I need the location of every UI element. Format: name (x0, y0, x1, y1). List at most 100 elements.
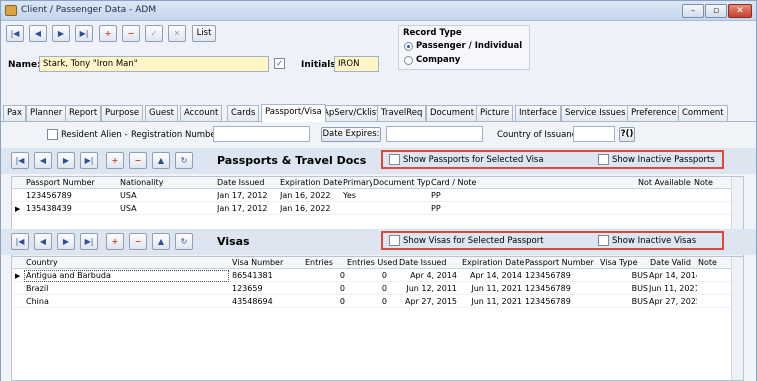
expiration-date-cell: Jun 11, 2021 (471, 284, 522, 293)
date-expires-field[interactable] (386, 126, 483, 142)
move-up-icon[interactable]: ▲ (152, 233, 170, 250)
previous-record-icon[interactable]: ◀ (34, 152, 52, 169)
company-radio[interactable] (404, 56, 413, 65)
next-record-icon[interactable]: ▶ (57, 233, 75, 250)
tab-document[interactable]: Document (426, 105, 479, 121)
tab-interface[interactable]: Interface (515, 105, 562, 121)
column-header[interactable]: Not Available (638, 177, 692, 189)
column-header[interactable]: Visa Type (600, 257, 643, 269)
column-header[interactable]: Date Valid (650, 257, 696, 269)
country-lookup-button[interactable]: ?() (619, 127, 635, 142)
save-check-icon[interactable]: ✓ (145, 25, 163, 42)
tab-account[interactable]: Account (180, 105, 223, 121)
visas-section-title: Visas (217, 235, 250, 248)
tab-comment[interactable]: Comment (678, 105, 728, 121)
show-passports-selected-visa-checkbox[interactable] (389, 154, 400, 165)
column-header[interactable]: Nationality (120, 177, 210, 189)
delete-record-icon[interactable]: − (129, 152, 147, 169)
name-field[interactable]: Stark, Tony "Iron Man" (39, 56, 269, 72)
refresh-icon[interactable]: ↻ (175, 233, 193, 250)
expiration-date-cell: Jan 16, 2022 (280, 191, 331, 200)
list-button[interactable]: List (192, 25, 216, 42)
tab-travelreq[interactable]: TravelReq (377, 105, 427, 121)
previous-record-icon[interactable]: ◀ (34, 233, 52, 250)
visa-filter-box: Show Visas for Selected Passport Show In… (381, 231, 724, 250)
visas-vertical-scrollbar[interactable] (731, 257, 743, 380)
initials-field[interactable]: IRON (334, 56, 379, 72)
show-passports-selected-visa-label: Show Passports for Selected Visa (403, 155, 544, 165)
delete-record-icon[interactable]: − (122, 25, 140, 42)
column-header[interactable]: Expiration Date (462, 257, 524, 269)
column-header[interactable]: Passport Number (26, 177, 116, 189)
tab-planner[interactable]: Planner (26, 105, 67, 121)
tab-pax[interactable]: Pax (3, 105, 26, 121)
registration-number-field[interactable] (213, 126, 310, 142)
first-record-icon[interactable]: |◀ (6, 25, 24, 42)
add-record-icon[interactable]: + (106, 233, 124, 250)
delete-record-icon[interactable]: − (129, 233, 147, 250)
tab-cards[interactable]: Cards (227, 105, 260, 121)
date-issued-cell: Jan 17, 2012 (217, 191, 268, 200)
company-option-label: Company (416, 55, 461, 65)
column-header[interactable]: Note (698, 257, 728, 269)
tab-picture[interactable]: Picture (476, 105, 514, 121)
show-visas-selected-passport-checkbox[interactable] (389, 235, 400, 246)
tab-preference[interactable]: Preference (627, 105, 681, 121)
tab-apserv-cklist[interactable]: ApServ/Cklist (319, 105, 384, 121)
column-header[interactable]: Document Type (373, 177, 431, 189)
tab-passport-visa[interactable]: Passport/Visa (261, 104, 326, 122)
column-header[interactable]: Entries (305, 257, 345, 269)
tab-purpose[interactable]: Purpose (101, 105, 144, 121)
column-header[interactable]: Date Issued (217, 177, 277, 189)
tab-report[interactable]: Report (65, 105, 102, 121)
date-issued-cell: Apr 4, 2014 (410, 271, 457, 280)
show-inactive-passports-checkbox[interactable] (598, 154, 609, 165)
country-of-issuance-label: Country of Issuance: (497, 130, 585, 140)
passport-number-cell: 135438439 (26, 204, 72, 213)
add-record-icon[interactable]: + (106, 152, 124, 169)
name-checkbox[interactable]: ✓ (274, 58, 285, 69)
tab-service-issues[interactable]: Service Issues (561, 105, 630, 121)
entries-used-cell: 0 (381, 271, 387, 280)
app-icon (5, 5, 17, 16)
table-row[interactable]: ▶ 135438439 USA Jan 17, 2012 Jan 16, 202… (12, 203, 732, 215)
column-header[interactable]: Card / Note (431, 177, 551, 189)
column-header[interactable]: Date Issued (399, 257, 459, 269)
resident-alien-checkbox[interactable] (47, 129, 58, 140)
cancel-x-icon[interactable]: ✕ (168, 25, 186, 42)
refresh-icon[interactable]: ↻ (175, 152, 193, 169)
maximize-button[interactable]: ▫ (705, 4, 727, 18)
last-record-icon[interactable]: ▶| (80, 152, 98, 169)
column-header[interactable]: Note (694, 177, 728, 189)
column-header[interactable]: Country (26, 257, 226, 269)
country-of-issuance-field[interactable] (573, 126, 615, 142)
minimize-button[interactable]: – (682, 4, 704, 18)
next-record-icon[interactable]: ▶ (57, 152, 75, 169)
next-record-icon[interactable]: ▶ (52, 25, 70, 42)
column-header[interactable]: Entries Used (347, 257, 399, 269)
column-header[interactable]: Primary (343, 177, 372, 189)
country-cell: Antigua and Barbuda (24, 270, 229, 282)
first-record-icon[interactable]: |◀ (11, 152, 29, 169)
passenger-radio[interactable] (404, 42, 413, 51)
tab-guest[interactable]: Guest (145, 105, 178, 121)
last-record-icon[interactable]: ▶| (80, 233, 98, 250)
client-passenger-window: Client / Passenger Data - ADM – ▫ ✕ |◀ ◀… (0, 0, 757, 381)
column-header[interactable]: Visa Number (232, 257, 302, 269)
column-header[interactable]: Expiration Date (280, 177, 342, 189)
table-row[interactable]: Brazil 123659 0 0 Jun 12, 2011 Jun 11, 2… (12, 283, 732, 295)
close-button[interactable]: ✕ (728, 4, 752, 18)
table-row[interactable]: China 43548694 0 0 Apr 27, 2015 Jun 11, … (12, 296, 732, 308)
nationality-cell: USA (120, 191, 137, 200)
previous-record-icon[interactable]: ◀ (29, 25, 47, 42)
first-record-icon[interactable]: |◀ (11, 233, 29, 250)
table-row[interactable]: 123456789 USA Jan 17, 2012 Jan 16, 2022 … (12, 190, 732, 202)
add-record-icon[interactable]: + (99, 25, 117, 42)
move-up-icon[interactable]: ▲ (152, 152, 170, 169)
table-row[interactable]: ▶ Antigua and Barbuda 86541381 0 0 Apr 4… (12, 270, 732, 282)
entries-cell: 0 (339, 271, 345, 280)
date-expires-button[interactable]: Date Expires: (321, 127, 381, 142)
show-inactive-visas-checkbox[interactable] (598, 235, 609, 246)
last-record-icon[interactable]: ▶| (75, 25, 93, 42)
column-header[interactable]: Passport Number (525, 257, 599, 269)
